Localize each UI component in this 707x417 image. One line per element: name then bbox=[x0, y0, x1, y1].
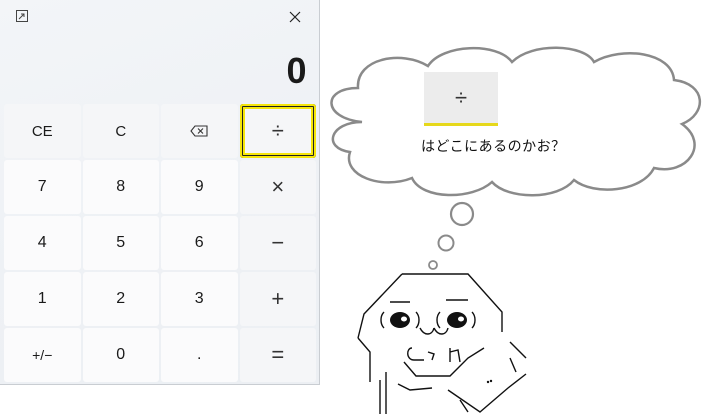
key-label: 3 bbox=[194, 290, 204, 307]
digit-6-button[interactable]: 6 bbox=[161, 216, 238, 270]
key-label: = bbox=[271, 342, 285, 367]
key-label: 6 bbox=[194, 234, 204, 251]
key-label: 8 bbox=[116, 178, 126, 195]
question-text: はどこにあるのかお？ bbox=[421, 138, 566, 154]
callout-label: ÷ bbox=[454, 84, 468, 110]
backspace-icon bbox=[190, 125, 208, 137]
digit-3-button[interactable]: 3 bbox=[161, 272, 238, 326]
digit-4-button[interactable]: 4 bbox=[4, 216, 81, 270]
key-label: ÷ bbox=[271, 118, 284, 143]
digit-1-button[interactable]: 1 bbox=[4, 272, 81, 326]
close-button[interactable] bbox=[282, 5, 308, 29]
digit-8-button[interactable]: 8 bbox=[82, 160, 159, 214]
result-display: 0 bbox=[286, 50, 307, 91]
digit-5-button[interactable]: 5 bbox=[82, 216, 159, 270]
backspace-button[interactable] bbox=[161, 104, 238, 158]
key-label: 9 bbox=[194, 178, 204, 195]
key-label: 1 bbox=[37, 290, 47, 307]
key-label: − bbox=[271, 230, 285, 255]
key-label: 4 bbox=[37, 234, 47, 251]
key-label: . bbox=[197, 346, 202, 363]
digit-2-button[interactable]: 2 bbox=[82, 272, 159, 326]
key-label: 0 bbox=[116, 346, 126, 363]
divide-button[interactable]: ÷ bbox=[239, 104, 316, 158]
divide-button-callout: ÷ bbox=[424, 72, 498, 126]
key-label: 2 bbox=[116, 290, 126, 307]
key-label: 7 bbox=[37, 178, 47, 195]
digit-0-button[interactable]: 0 bbox=[82, 328, 159, 382]
negate-button[interactable]: +/− bbox=[4, 328, 81, 382]
key-label: 5 bbox=[116, 234, 126, 251]
decimal-button[interactable]: . bbox=[161, 328, 238, 382]
clear-button[interactable]: C bbox=[82, 104, 159, 158]
clear-entry-button[interactable]: CE bbox=[4, 104, 81, 158]
keypad: CE C ÷ 7 8 9 × 4 5 6 − 1 2 3 + +/− 0 . = bbox=[4, 104, 316, 382]
calculator-window: 0 CE C ÷ 7 8 9 × 4 5 6 − 1 2 3 + +/− 0 .… bbox=[0, 0, 320, 385]
digit-7-button[interactable]: 7 bbox=[4, 160, 81, 214]
equals-button[interactable]: = bbox=[239, 328, 316, 382]
title-bar bbox=[0, 0, 320, 34]
subtract-button[interactable]: − bbox=[239, 216, 316, 270]
thought-cloud bbox=[330, 46, 701, 197]
digit-9-button[interactable]: 9 bbox=[161, 160, 238, 214]
ascii-art-character bbox=[357, 273, 527, 414]
close-icon bbox=[289, 11, 301, 23]
multiply-button[interactable]: × bbox=[239, 160, 316, 214]
key-label: × bbox=[271, 174, 285, 199]
key-label: CE bbox=[31, 122, 53, 140]
keep-on-top-icon[interactable] bbox=[16, 10, 28, 22]
key-label: + bbox=[271, 286, 285, 311]
add-button[interactable]: + bbox=[239, 272, 316, 326]
key-label: C bbox=[115, 122, 127, 140]
key-label: +/− bbox=[32, 347, 53, 363]
